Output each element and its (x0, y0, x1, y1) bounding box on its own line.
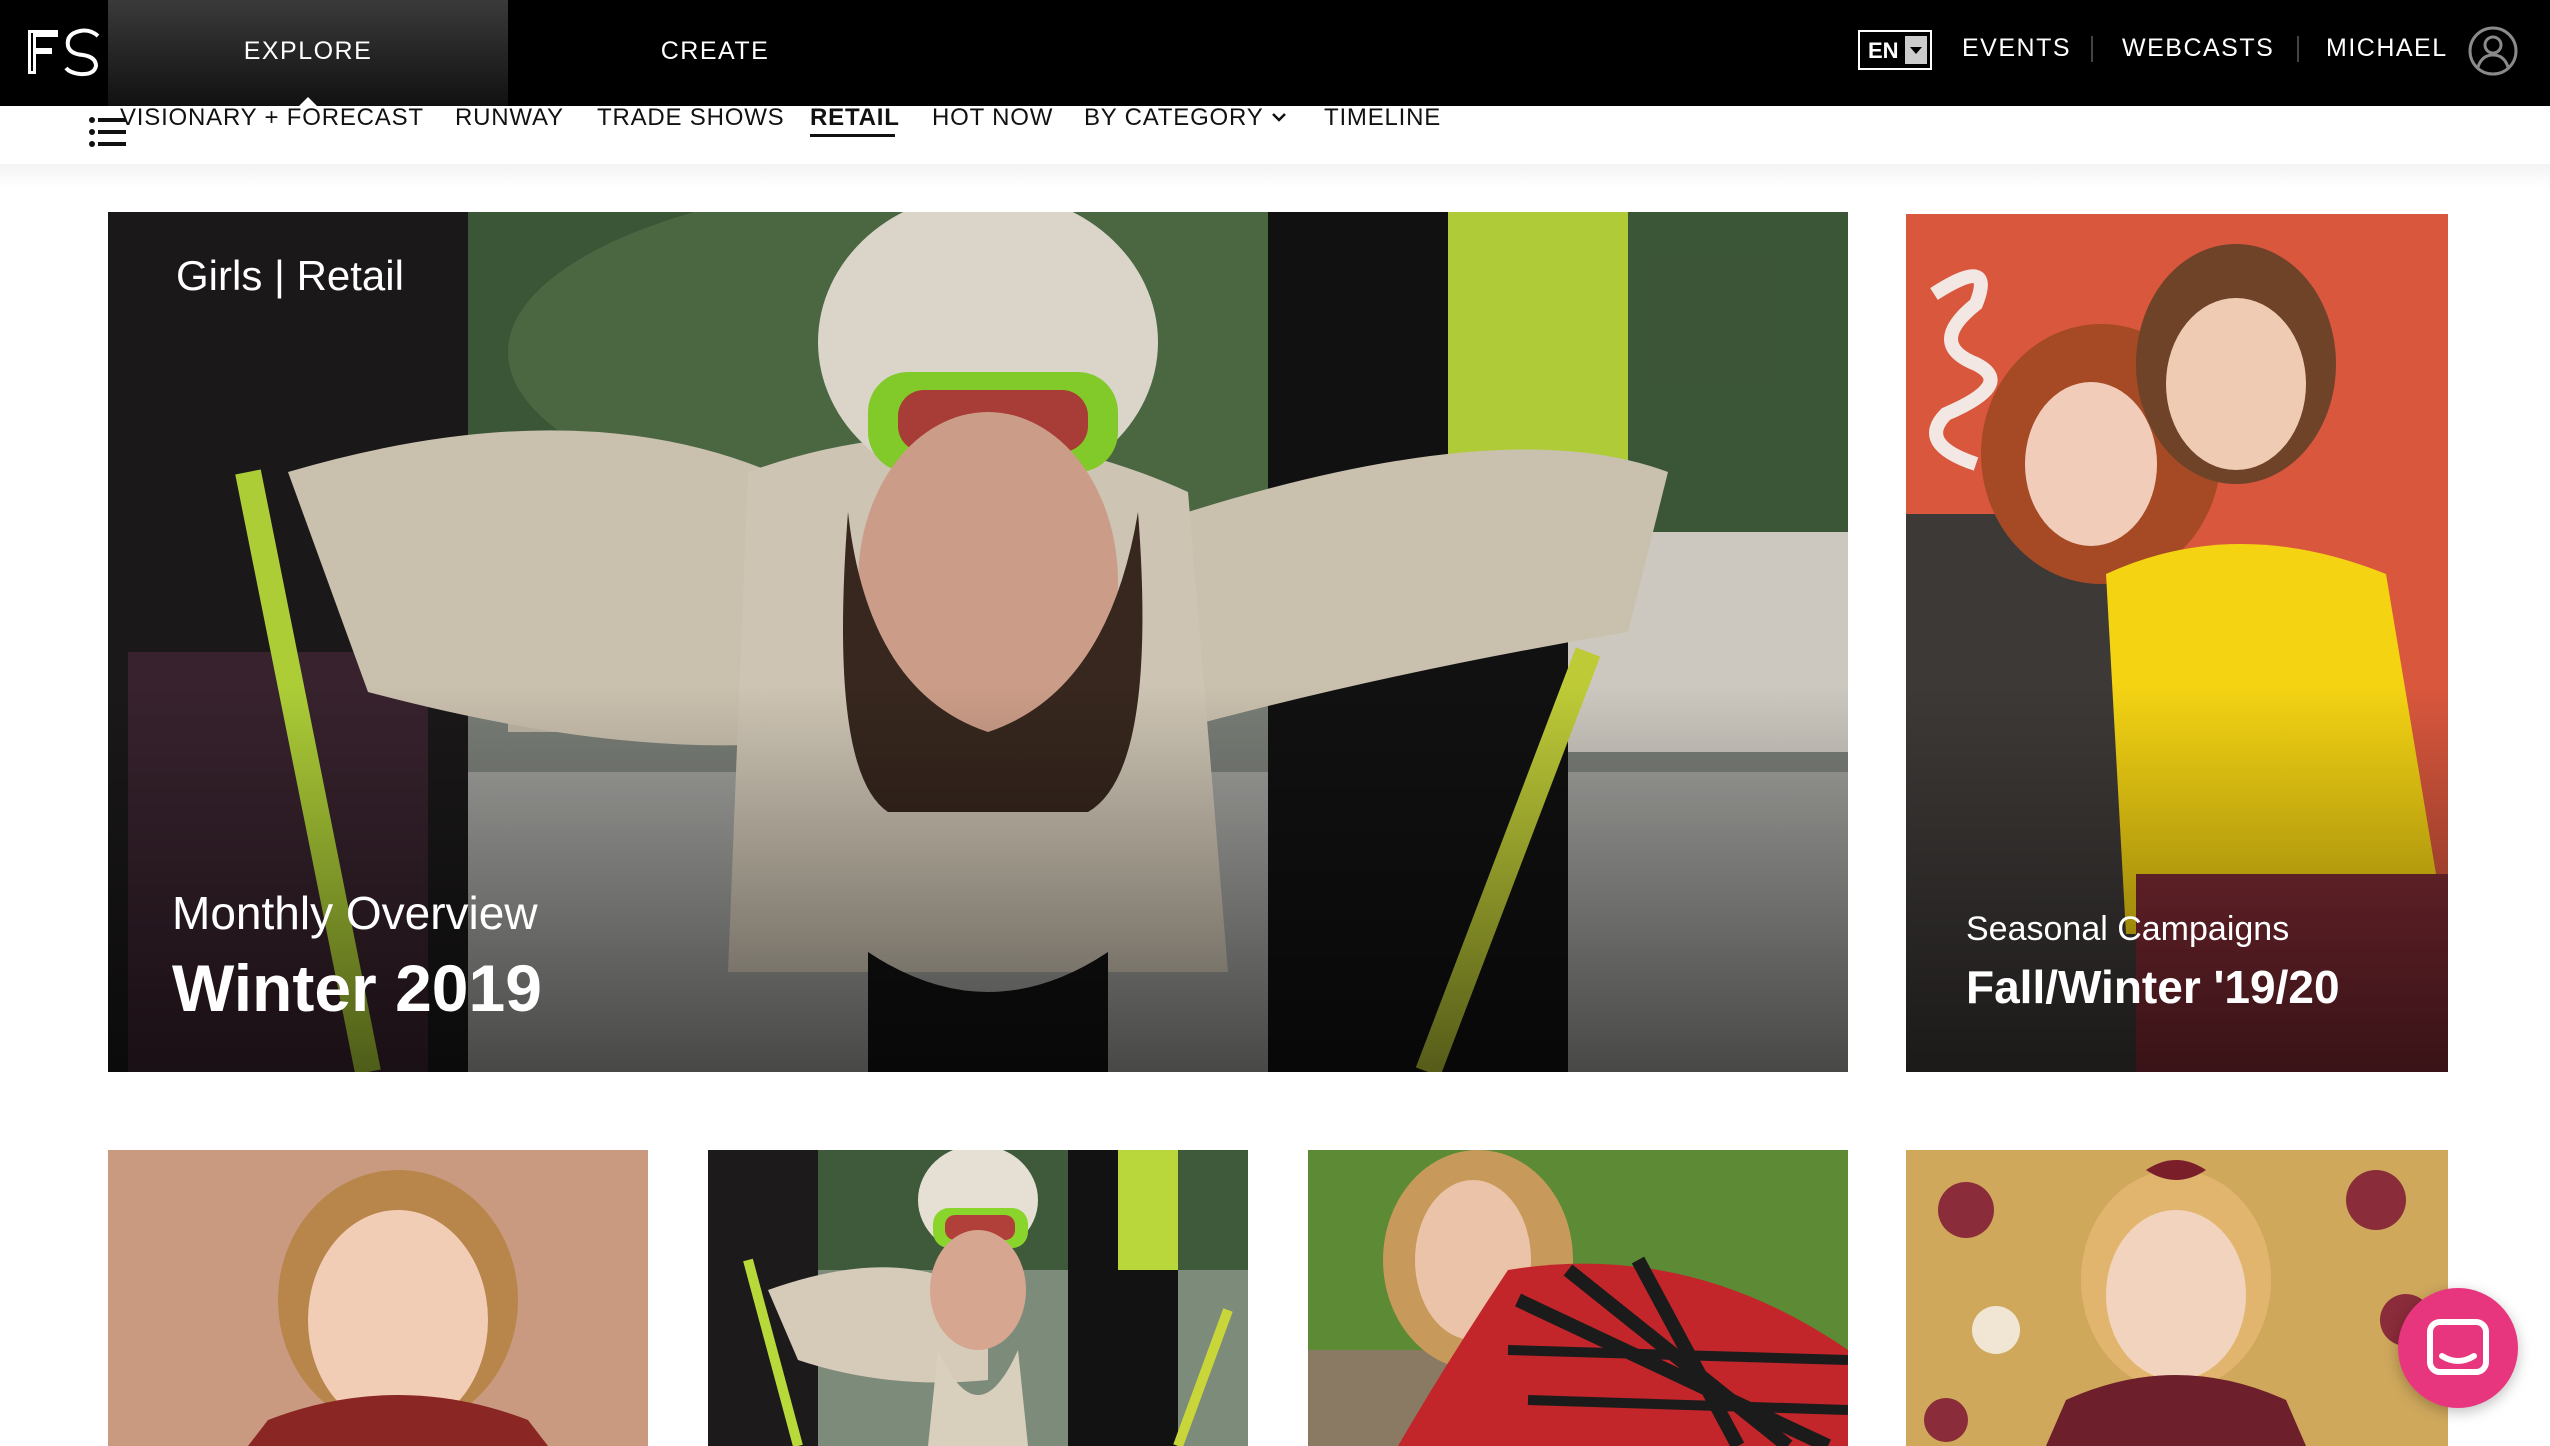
side-title: Fall/Winter '19/20 (1966, 961, 2340, 1013)
thumbnail-card[interactable] (108, 1150, 648, 1446)
thumbnail-image-toddler (108, 1150, 648, 1446)
language-select[interactable]: EN (1858, 30, 1932, 70)
subnav-visionary-forecast[interactable]: VISIONARY + FORECAST (120, 104, 424, 132)
chevron-down-icon[interactable] (1905, 36, 1927, 64)
hero-card[interactable]: Girls | Retail Monthly Overview Winter 2… (108, 212, 1848, 1072)
thumbnail-card[interactable] (708, 1150, 1248, 1446)
subnav-hot-now[interactable]: HOT NOW (932, 104, 1053, 132)
hero-subtitle: Monthly Overview (172, 887, 538, 939)
subnav-runway[interactable]: RUNWAY (455, 104, 564, 132)
subnav-timeline[interactable]: TIMELINE (1324, 104, 1441, 132)
thumbnail-image-floral (1906, 1150, 2448, 1446)
events-link[interactable]: EVENTS (1962, 34, 2071, 63)
hero-title: Winter 2019 (172, 951, 542, 1025)
subnav-trade-shows[interactable]: TRADE SHOWS (597, 104, 784, 132)
chat-icon (2427, 1319, 2489, 1375)
side-card[interactable]: Seasonal Campaigns Fall/Winter '19/20 (1906, 214, 2448, 1072)
user-name[interactable]: MICHAEL (2326, 34, 2448, 63)
nav-divider (2091, 36, 2093, 62)
tab-create[interactable]: CREATE (560, 0, 870, 106)
top-navigation-bar: FS EXPLORE CREATE EN EVENTS WEBCASTS MIC… (0, 0, 2550, 106)
side-subtitle: Seasonal Campaigns (1966, 910, 2290, 948)
webcasts-link[interactable]: WEBCASTS (2122, 34, 2274, 63)
chat-button[interactable] (2398, 1288, 2518, 1408)
thumbnail-image-plaid (1308, 1150, 1848, 1446)
chevron-down-icon[interactable] (1270, 108, 1288, 126)
subnav-divider (0, 164, 2550, 188)
thumbnail-card[interactable] (1308, 1150, 1848, 1446)
subnav-retail[interactable]: RETAIL (810, 104, 900, 132)
language-code: EN (1868, 38, 1899, 63)
fs-logo[interactable]: FS (28, 26, 104, 78)
thumbnail-card[interactable] (1906, 1150, 2448, 1446)
nav-divider (2297, 36, 2299, 62)
hero-category-tag: Girls | Retail (176, 252, 404, 299)
active-tab-underline (810, 134, 895, 137)
user-icon[interactable] (2468, 26, 2518, 76)
thumbnail-image-ski (708, 1150, 1248, 1446)
tab-explore[interactable]: EXPLORE (108, 0, 508, 106)
subnav-by-category[interactable]: BY CATEGORY (1084, 104, 1264, 132)
side-gradient (1906, 685, 2448, 1072)
